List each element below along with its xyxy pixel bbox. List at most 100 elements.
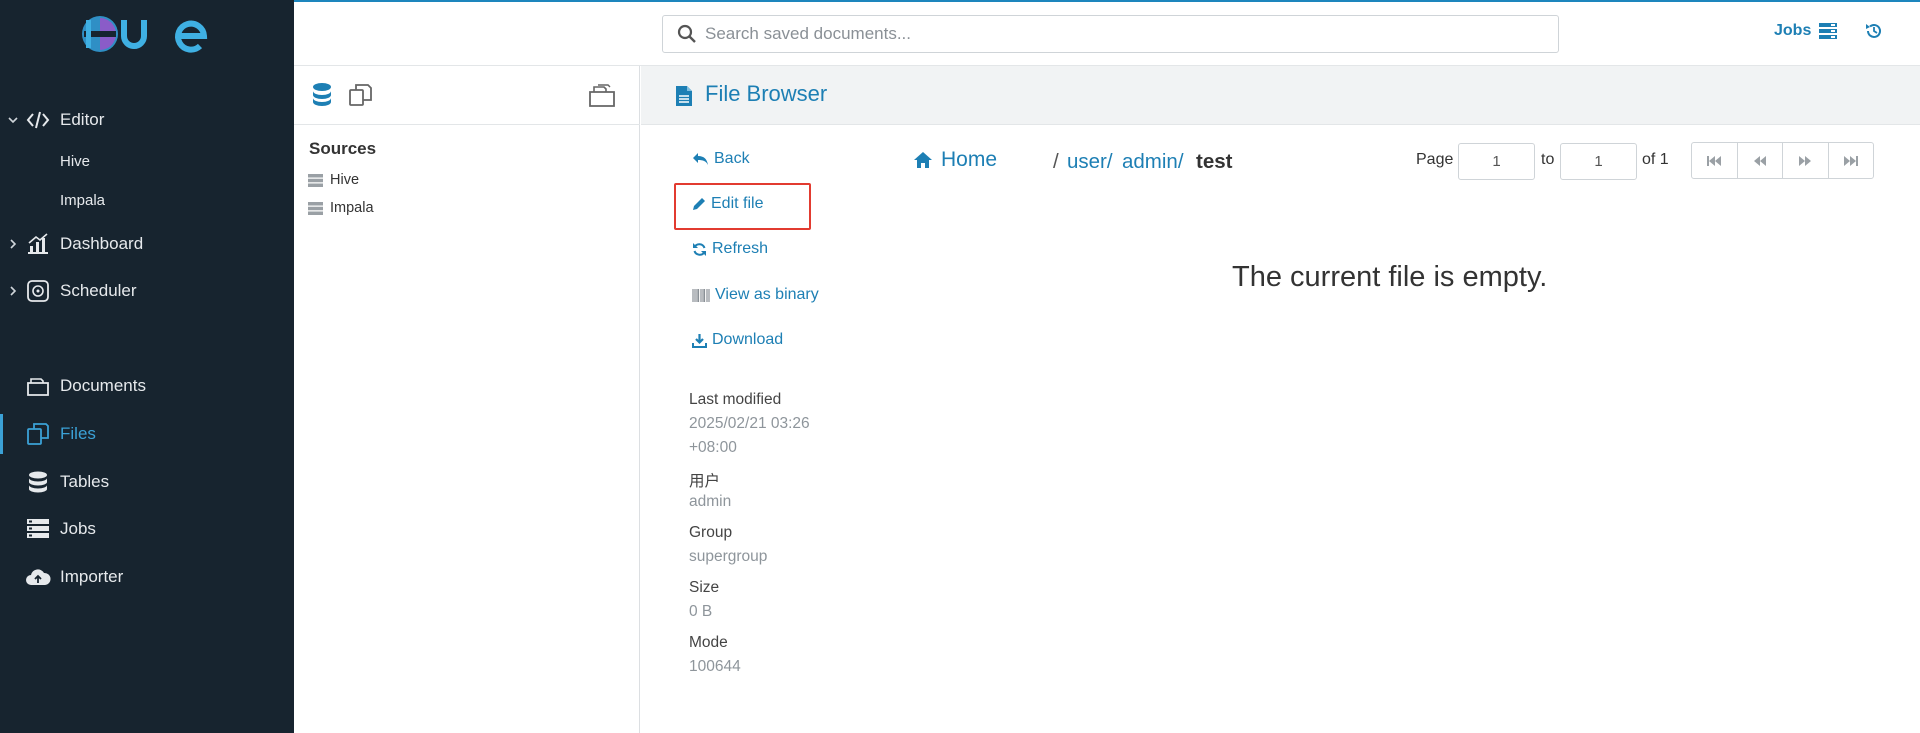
- nav-dashboard-label: Dashboard: [60, 234, 144, 253]
- nav-files-label: Files: [60, 424, 96, 443]
- page-input[interactable]: [1458, 143, 1535, 180]
- empty-file-message: The current file is empty.: [1232, 261, 1548, 293]
- nav-editor[interactable]: Editor: [0, 100, 294, 140]
- left-navigation: Editor Hive Impala Dashboard Scheduler D…: [0, 0, 294, 733]
- nav-dashboard[interactable]: Dashboard: [0, 224, 294, 264]
- user-label: 用户: [689, 473, 721, 490]
- nav-documents[interactable]: Documents: [0, 366, 294, 406]
- source-item-label: Impala: [330, 200, 374, 216]
- chevron-right-icon: [10, 286, 17, 296]
- page-title: File Browser: [705, 81, 828, 106]
- history-icon[interactable]: [1865, 22, 1883, 45]
- database-icon: [25, 469, 51, 495]
- edit-file-button[interactable]: Edit file: [692, 195, 763, 213]
- jobs-icon: [25, 516, 51, 542]
- files-icon[interactable]: [348, 82, 374, 113]
- dashboard-icon: [25, 231, 51, 257]
- group-label: Group: [689, 524, 733, 541]
- breadcrumb-home-label: Home: [941, 148, 998, 171]
- files-icon: [25, 421, 51, 447]
- server-icon: [308, 201, 323, 215]
- last-modified-tz: +08:00: [689, 439, 737, 456]
- server-icon: [308, 173, 323, 187]
- search-box[interactable]: [662, 15, 1559, 53]
- breadcrumb-current: test: [1196, 150, 1233, 173]
- barcode-icon: [692, 288, 710, 302]
- jobs-button[interactable]: Jobs: [1774, 22, 1838, 40]
- assist-tabs: [294, 66, 640, 125]
- refresh-button[interactable]: Refresh: [692, 240, 768, 258]
- view-binary-button[interactable]: View as binary: [692, 286, 819, 304]
- first-page-icon: [1707, 155, 1722, 166]
- breadcrumb-separator: /: [1053, 150, 1059, 173]
- previous-page-button[interactable]: [1738, 143, 1783, 178]
- source-item-label: Hive: [330, 172, 360, 188]
- size-label: Size: [689, 579, 720, 596]
- next-page-icon: [1799, 155, 1812, 166]
- documents-icon: [25, 373, 51, 399]
- cloud-upload-icon: [25, 564, 51, 590]
- file-icon: [675, 85, 693, 112]
- next-page-button[interactable]: [1783, 143, 1829, 178]
- nav-importer-label: Importer: [60, 567, 124, 586]
- nav-tables-label: Tables: [60, 472, 110, 491]
- hue-logo[interactable]: [78, 12, 214, 56]
- nav-scheduler[interactable]: Scheduler: [0, 271, 294, 311]
- nav-tables[interactable]: Tables: [0, 462, 294, 502]
- last-modified-label: Last modified: [689, 391, 782, 408]
- refresh-label: Refresh: [712, 240, 769, 257]
- back-button[interactable]: Back: [692, 150, 750, 168]
- documents-icon[interactable]: [588, 82, 616, 113]
- assist-panel: Sources Hive Impala: [294, 66, 640, 733]
- download-icon: [692, 333, 707, 348]
- nav-scheduler-label: Scheduler: [60, 281, 137, 300]
- top-bar: Jobs: [294, 0, 1920, 66]
- mode-value: 100644: [689, 658, 741, 675]
- nav-editor-label: Editor: [60, 110, 105, 129]
- refresh-icon: [693, 242, 706, 256]
- sources-title: Sources: [309, 139, 377, 158]
- jobs-icon: [1819, 23, 1838, 39]
- active-indicator: [0, 414, 3, 454]
- last-page-button[interactable]: [1829, 143, 1874, 178]
- size-value: 0 B: [689, 603, 713, 620]
- nav-jobs[interactable]: Jobs: [0, 509, 294, 549]
- nav-editor-impala[interactable]: Impala: [60, 192, 105, 209]
- scheduler-icon: [25, 278, 51, 304]
- mode-label: Mode: [689, 634, 728, 651]
- of-label: of 1: [1642, 151, 1669, 168]
- main-header: File Browser: [641, 66, 1920, 125]
- jobs-button-label: Jobs: [1774, 22, 1812, 39]
- nav-files[interactable]: Files: [0, 414, 294, 454]
- first-page-button[interactable]: [1692, 143, 1738, 178]
- nav-documents-label: Documents: [60, 376, 146, 395]
- search-icon: [677, 24, 696, 43]
- pencil-icon: [693, 198, 705, 210]
- home-icon: [914, 152, 932, 168]
- reply-icon: [693, 153, 708, 165]
- view-binary-label: View as binary: [715, 286, 819, 303]
- source-item-hive[interactable]: Hive: [308, 172, 359, 188]
- database-icon[interactable]: [312, 82, 332, 113]
- breadcrumb-admin[interactable]: admin/: [1122, 150, 1184, 174]
- last-modified-date: 2025/02/21 03:26: [689, 415, 810, 432]
- last-page-icon: [1843, 155, 1858, 166]
- breadcrumb-home[interactable]: Home: [913, 148, 997, 172]
- nav-jobs-label: Jobs: [60, 519, 96, 538]
- previous-page-icon: [1753, 155, 1766, 166]
- breadcrumb-user[interactable]: user/: [1067, 150, 1113, 174]
- back-label: Back: [714, 150, 750, 167]
- group-value: supergroup: [689, 548, 768, 565]
- pager: [1691, 142, 1874, 179]
- download-button[interactable]: Download: [692, 331, 783, 349]
- nav-importer[interactable]: Importer: [0, 557, 294, 597]
- chevron-right-icon: [10, 239, 17, 249]
- nav-editor-hive[interactable]: Hive: [60, 153, 90, 170]
- chevron-down-icon: [8, 117, 18, 124]
- page-to-input[interactable]: [1560, 143, 1637, 180]
- page-label: Page: [1416, 151, 1454, 168]
- download-label: Download: [712, 331, 784, 348]
- source-item-impala[interactable]: Impala: [308, 200, 374, 216]
- search-input[interactable]: [705, 24, 1545, 44]
- code-icon: [25, 107, 51, 133]
